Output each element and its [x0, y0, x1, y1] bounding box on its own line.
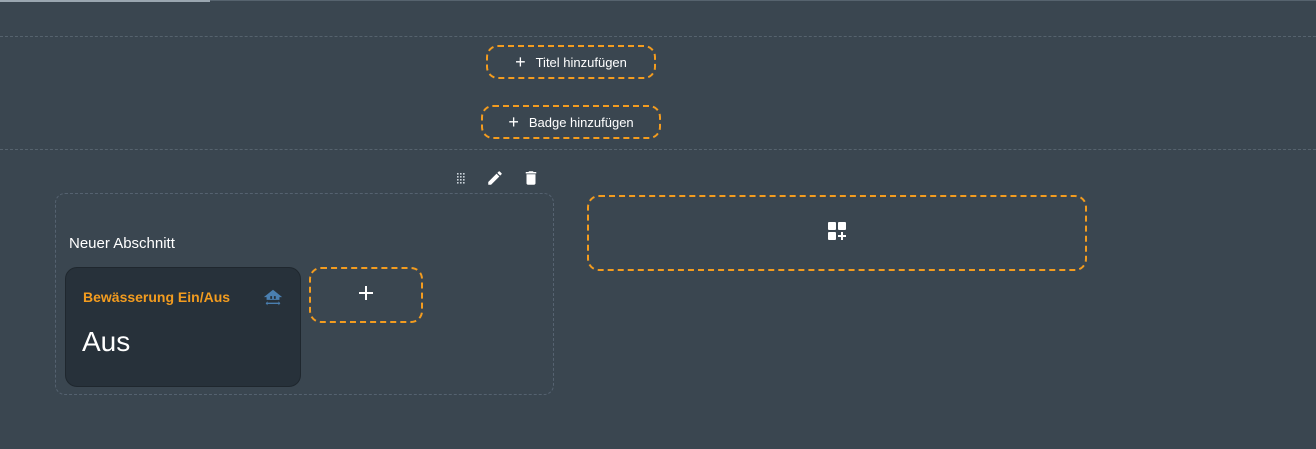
add-badge-button[interactable]: + Badge hinzufügen — [481, 105, 661, 139]
drag-handle-icon[interactable] — [456, 172, 468, 184]
add-title-label: Titel hinzufügen — [535, 54, 627, 70]
add-badge-label: Badge hinzufügen — [528, 114, 634, 130]
add-title-button[interactable]: + Titel hinzufügen — [486, 45, 656, 79]
grid-plus-icon — [827, 221, 847, 246]
plus-icon: + — [515, 52, 526, 72]
top-strip-accent — [0, 0, 210, 2]
section-toolbar — [446, 163, 556, 193]
entity-state: Aus — [82, 326, 131, 357]
plus-icon: + — [508, 112, 519, 132]
add-card-button[interactable] — [309, 267, 423, 323]
entity-card[interactable]: Bewässerung Ein/Aus Aus — [65, 267, 301, 387]
trash-icon[interactable] — [522, 169, 540, 187]
home-switch-icon — [262, 287, 284, 314]
add-section-button[interactable] — [587, 195, 1087, 271]
entity-name: Bewässerung Ein/Aus — [83, 289, 231, 305]
plus-icon — [358, 285, 374, 306]
section-title: Neuer Abschnitt — [69, 235, 175, 252]
pencil-icon[interactable] — [486, 169, 504, 187]
